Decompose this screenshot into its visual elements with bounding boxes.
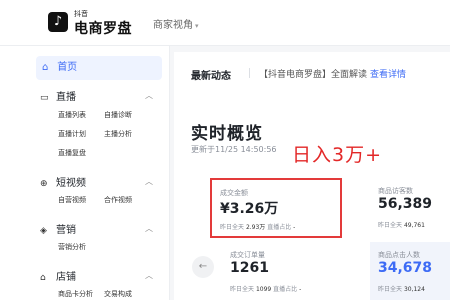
sidebar-item-own-video[interactable]: 自营视频 — [58, 195, 86, 205]
sidebar-section-label: 短视频 — [56, 178, 86, 189]
foot-value: 1099 — [255, 286, 272, 293]
foot-label: 昨日全天 — [378, 286, 403, 293]
sidebar-item-self-diagnosis[interactable]: 自播诊断 — [104, 110, 132, 120]
foot-value: 49,761 — [403, 222, 425, 229]
view-details-link[interactable]: 查看详情 — [370, 67, 406, 80]
foot-label: 直播占比 — [267, 224, 292, 231]
sidebar-item-live-review[interactable]: 直播复盘 — [58, 148, 86, 158]
sidebar-section-video[interactable]: ⊕ 短视频 — [40, 174, 86, 189]
sidebar-item-coop-video[interactable]: 合作视频 — [104, 195, 132, 205]
sidebar-item-live-list[interactable]: 直播列表 — [58, 110, 86, 120]
metric-label: 成交订单量 — [230, 251, 265, 259]
metric-footnote: 昨日全天 30,124 — [378, 284, 425, 293]
sidebar-section-label: 直播 — [56, 92, 76, 103]
metric-footnote: 昨日全天 2.93万 直播占比 - — [220, 222, 295, 231]
metric-card-gmv[interactable]: 成交金额 ¥3.26万 昨日全天 2.93万 直播占比 - — [210, 178, 342, 238]
sidebar-section-label: 营销 — [56, 225, 76, 236]
app-title[interactable]: 电商罗盘 — [74, 18, 132, 38]
metric-label: 成交金额 — [220, 189, 248, 197]
sidebar-section-live[interactable]: ▭ 直播 — [40, 88, 76, 103]
tiktok-logo-icon[interactable]: ♪ — [48, 12, 68, 32]
sidebar-item-product-card[interactable]: 商品卡分析 — [58, 289, 93, 299]
store-icon: ⌂ — [40, 273, 46, 283]
metric-footnote: 昨日全天 49,761 — [378, 220, 425, 229]
sidebar-section-store[interactable]: ⌂ 店铺 — [40, 268, 76, 283]
foot-label: 昨日全天 — [378, 222, 403, 229]
chevron-up-icon[interactable]: ︿ — [145, 176, 153, 187]
metric-value: 56,389 — [378, 196, 433, 212]
latest-news-title: 最新动态 — [191, 71, 231, 82]
sidebar-section-marketing[interactable]: ◈ 营销 — [40, 221, 76, 236]
update-timestamp: 更新于11/25 14:50:56 — [191, 145, 277, 154]
sidebar-section-label: 店铺 — [56, 272, 76, 283]
home-icon: ⌂ — [42, 62, 49, 73]
latest-news-text: 【抖音电商罗盘】全面解读 — [259, 70, 368, 80]
foot-label: 昨日全天 — [220, 224, 245, 231]
metric-value: 1261 — [230, 260, 269, 276]
sidebar-item-live-plan[interactable]: 直播计划 — [58, 129, 86, 139]
foot-label: 昨日全天 — [230, 286, 255, 293]
metric-label: 商品点击人数 — [378, 251, 420, 259]
metric-value: ¥3.26万 — [220, 201, 279, 217]
sidebar-item-trade-structure[interactable]: 交易构成 — [104, 289, 132, 299]
chevron-up-icon[interactable]: ︿ — [145, 270, 153, 281]
main-panel: 最新动态 【抖音电商罗盘】全面解读 查看详情 实时概览 更新于11/25 14:… — [174, 52, 450, 300]
marketing-icon: ◈ — [40, 226, 47, 236]
foot-value: 2.93万 — [245, 224, 266, 231]
metric-card-visitors[interactable]: 商品访客数 56,389 昨日全天 49,761 — [370, 178, 450, 238]
chevron-down-icon: ▾ — [195, 22, 199, 30]
foot-label: 直播占比 — [273, 286, 298, 293]
sidebar-item-home[interactable]: ⌂ 首页 — [36, 56, 162, 80]
sidebar-item-label: 首页 — [57, 62, 78, 73]
sidebar: ⌂ 首页 ▭ 直播 ︿ 直播列表 自播诊断 直播计划 主播分析 直播复盘 ⊕ 短视频… — [0, 46, 170, 300]
role-selector[interactable]: 商家视角 ▾ — [153, 16, 199, 31]
foot-value: 30,124 — [403, 286, 425, 293]
role-label: 商家视角 — [153, 20, 193, 31]
divider — [249, 68, 250, 78]
chevron-up-icon[interactable]: ︿ — [145, 223, 153, 234]
carousel-prev-button[interactable]: ← — [192, 256, 214, 278]
metric-label: 商品访客数 — [378, 187, 413, 195]
top-header: ♪ 抖音 电商罗盘 商家视角 ▾ — [0, 0, 450, 46]
realtime-overview-title: 实时概览 — [191, 124, 263, 144]
sidebar-item-anchor-analysis[interactable]: 主播分析 — [104, 129, 132, 139]
metric-card-orders[interactable]: 成交订单量 1261 昨日全天 1099 直播占比 - — [222, 242, 342, 300]
video-icon: ⊕ — [40, 179, 48, 189]
foot-value: - — [293, 224, 296, 231]
chevron-up-icon[interactable]: ︿ — [145, 90, 153, 101]
foot-value: - — [299, 286, 302, 293]
metric-card-product-clicks[interactable]: 商品点击人数 34,678 昨日全天 30,124 — [370, 242, 450, 300]
metric-value: 34,678 — [378, 260, 433, 276]
metric-footnote: 昨日全天 1099 直播占比 - — [230, 284, 301, 293]
handwritten-annotation: 日入3万+ — [292, 144, 383, 166]
live-icon: ▭ — [40, 93, 49, 103]
sidebar-item-marketing-analysis[interactable]: 营销分析 — [58, 242, 86, 252]
